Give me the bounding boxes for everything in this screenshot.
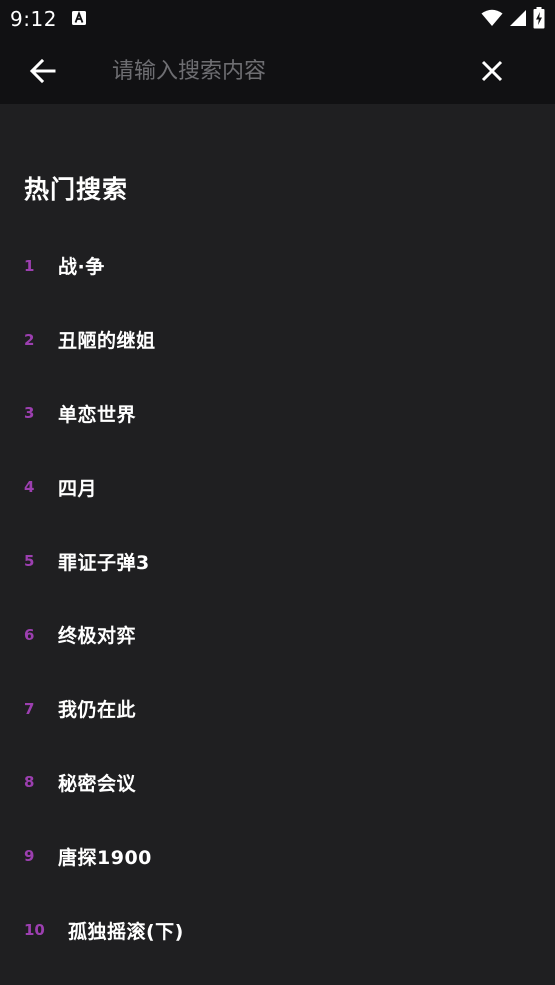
hot-search-title-text: 罪证子弹3	[58, 551, 150, 574]
hot-search-item[interactable]: 7 我仍在此	[0, 672, 555, 746]
hot-search-title: 热门搜索	[24, 175, 129, 204]
hot-search-title-text: 单恋世界	[58, 403, 137, 426]
top-bar: 9:12	[0, 0, 555, 104]
hot-search-title-text: 孤独摇滚(下)	[68, 920, 184, 943]
wifi-icon	[481, 9, 503, 26]
search-input[interactable]	[112, 54, 442, 88]
hot-search-item[interactable]: 8 秘密会议	[0, 746, 555, 820]
rank-number: 4	[24, 478, 35, 497]
hot-search-title-text: 唐探1900	[58, 846, 152, 869]
hot-search-title-text: 战·争	[58, 256, 105, 279]
hot-search-item[interactable]: 6 终极对弈	[0, 598, 555, 672]
hot-search-item[interactable]: 1 战·争	[0, 229, 555, 303]
battery-charging-icon	[533, 7, 545, 29]
signal-icon	[510, 10, 526, 26]
rank-number: 3	[24, 404, 35, 423]
rank-number: 5	[24, 552, 35, 571]
hot-search-title-text: 我仍在此	[58, 699, 137, 722]
hot-search-item[interactable]: 10 孤独摇滚(下)	[0, 893, 555, 967]
back-button[interactable]	[22, 52, 64, 90]
status-icons	[481, 7, 545, 29]
rank-number: 10	[24, 921, 45, 940]
hot-search-list: 1 战·争 2 丑陋的继姐 3 单恋世界 4 四月 5 罪证子弹3 6 终极对弈…	[0, 229, 555, 967]
hot-search-title-text: 四月	[58, 477, 98, 500]
rank-number: 8	[24, 773, 35, 792]
arrow-left-icon	[29, 58, 56, 84]
rank-number: 7	[24, 699, 35, 718]
a-notification-icon	[72, 11, 86, 25]
close-icon	[481, 60, 503, 82]
search-bar	[0, 38, 555, 104]
rank-number: 2	[24, 330, 35, 349]
hot-search-item[interactable]: 4 四月	[0, 450, 555, 524]
clear-button[interactable]	[472, 52, 512, 90]
hot-search-item[interactable]: 9 唐探1900	[0, 819, 555, 893]
rank-number: 1	[24, 256, 35, 275]
hot-search-title-text: 秘密会议	[58, 772, 137, 795]
hot-search-item[interactable]: 2 丑陋的继姐	[0, 303, 555, 377]
hot-search-title-text: 终极对弈	[58, 625, 137, 648]
rank-number: 6	[24, 625, 35, 644]
hot-search-item[interactable]: 5 罪证子弹3	[0, 524, 555, 598]
rank-number: 9	[24, 847, 35, 866]
status-time: 9:12	[10, 7, 57, 31]
hot-search-item[interactable]: 3 单恋世界	[0, 377, 555, 451]
status-bar: 9:12	[0, 0, 555, 38]
hot-search-title-text: 丑陋的继姐	[58, 330, 156, 353]
